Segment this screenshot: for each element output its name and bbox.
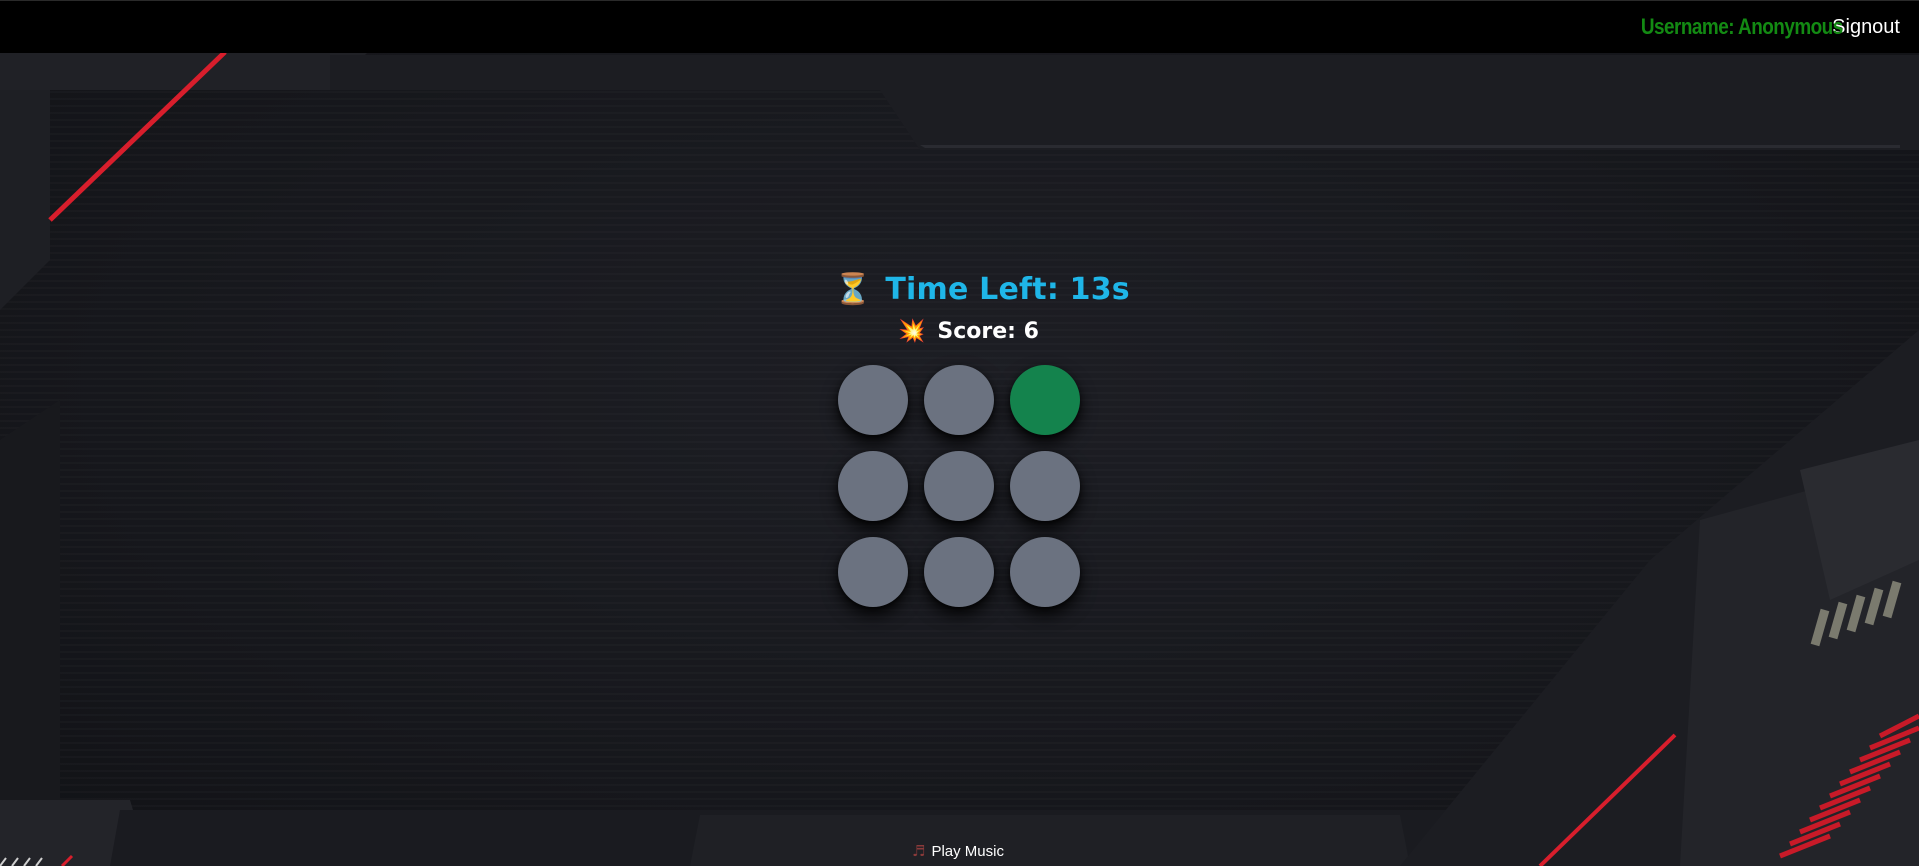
play-music-label: Play Music: [931, 842, 1004, 860]
time-left-display: ⏳ Time Left: 13s: [834, 272, 1130, 307]
hole[interactable]: [924, 451, 994, 521]
time-left-label: Time Left: 13s: [885, 272, 1130, 307]
game-page: Username: Anonymous Signout ⏳ Time Left:…: [0, 0, 1919, 866]
top-nav-bar: Username: Anonymous Signout: [0, 0, 1919, 53]
hole[interactable]: [924, 537, 994, 607]
score-label: Score: 6: [937, 319, 1039, 344]
play-music-button[interactable]: ♬ Play Music: [912, 842, 1004, 860]
hole[interactable]: [924, 365, 994, 435]
hourglass-icon: ⏳: [834, 271, 872, 307]
score-display: 💥 Score: 6: [898, 319, 1039, 344]
hole[interactable]: [838, 365, 908, 435]
username-label: Username: Anonymous: [1641, 14, 1844, 39]
music-note-icon: ♬: [912, 842, 926, 860]
collision-icon: 💥: [898, 318, 926, 344]
whack-game-area: ⏳ Time Left: 13s 💥 Score: 6 ♬ Play Music: [0, 0, 1919, 866]
hole-active-target[interactable]: [1010, 365, 1080, 435]
hole[interactable]: [1010, 537, 1080, 607]
hole-grid: [838, 365, 1080, 607]
hole[interactable]: [1010, 451, 1080, 521]
hole[interactable]: [838, 451, 908, 521]
hole[interactable]: [838, 537, 908, 607]
